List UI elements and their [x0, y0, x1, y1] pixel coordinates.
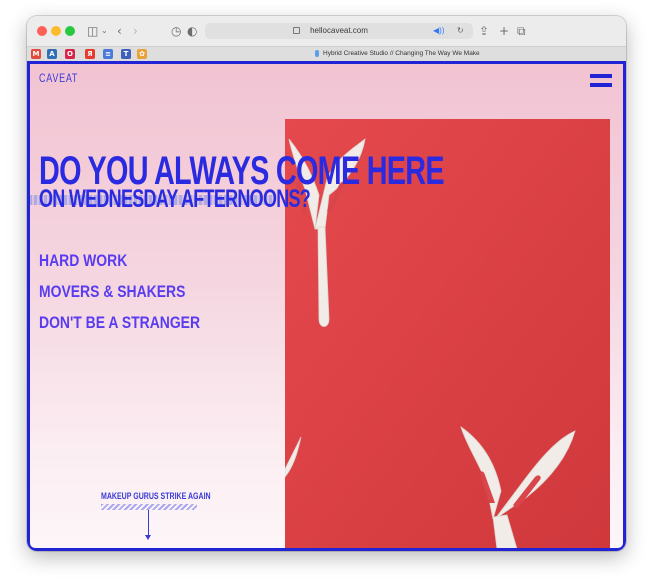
share-icon[interactable]: ⇪	[479, 23, 489, 39]
reload-icon[interactable]: ↻	[457, 23, 464, 39]
privacy-shield-icon[interactable]: ◐	[187, 23, 197, 39]
address-url: hellocaveat.com	[310, 26, 368, 35]
nav-link-dont-be-a-stranger[interactable]: DON'T BE A STRANGER	[39, 313, 200, 333]
browser-window: ◫ ⌄ ‹ › ◷ ◐ hellocaveat.com ◀︎)) ↻ ⇪ + ⧉…	[27, 16, 626, 551]
new-tab-icon[interactable]: +	[499, 23, 509, 39]
web-page: CAVEAT DO YOU ALWAYS COME HERE ON WEDNES…	[27, 61, 626, 551]
site-logo[interactable]: CAVEAT	[39, 71, 78, 85]
tab-overview-icon[interactable]: ⧉	[517, 23, 526, 39]
audio-icon[interactable]: ◀︎))	[433, 23, 444, 39]
arrow-down-icon[interactable]	[145, 535, 151, 540]
favorites-bar: M A O Я ≡ T ✿ Hybrid Creative Studio // …	[27, 46, 626, 61]
tab-favicon	[315, 50, 319, 57]
back-icon[interactable]: ‹	[117, 23, 122, 39]
history-icon[interactable]: ◷	[171, 23, 181, 39]
close-window-button[interactable]	[37, 26, 47, 36]
scroll-prompt-label[interactable]: MAKEUP GURUS STRIKE AGAIN	[101, 491, 211, 501]
nav-link-movers-shakers[interactable]: MOVERS & SHAKERS	[39, 282, 185, 302]
favorite-item[interactable]: Я	[85, 49, 95, 59]
sidebar-toggle-icon[interactable]: ◫	[87, 23, 98, 39]
minimize-window-button[interactable]	[51, 26, 61, 36]
favorite-item[interactable]: ✿	[137, 49, 147, 59]
nav-link-hard-work[interactable]: HARD WORK	[39, 251, 127, 271]
zoom-window-button[interactable]	[65, 26, 75, 36]
favorite-item[interactable]: A	[47, 49, 57, 59]
browser-toolbar: ◫ ⌄ ‹ › ◷ ◐ hellocaveat.com ◀︎)) ↻ ⇪ + ⧉	[27, 16, 626, 46]
favorite-item[interactable]: ≡	[103, 49, 113, 59]
favorite-item[interactable]: T	[121, 49, 131, 59]
chevron-down-icon[interactable]: ⌄	[101, 23, 108, 39]
address-bar[interactable]: hellocaveat.com ◀︎)) ↻	[205, 23, 473, 39]
favorite-item[interactable]: O	[65, 49, 75, 59]
tab-title[interactable]: Hybrid Creative Studio // Changing The W…	[323, 47, 480, 61]
forward-icon[interactable]: ›	[133, 23, 138, 39]
hamburger-menu-icon[interactable]	[590, 74, 612, 88]
headline-line-2: ON WEDNESDAY AFTERNOONS?	[39, 185, 311, 213]
scroll-down-line	[148, 510, 149, 538]
scroll-prompt-decoration	[101, 504, 197, 510]
favorite-item[interactable]: M	[31, 49, 41, 59]
